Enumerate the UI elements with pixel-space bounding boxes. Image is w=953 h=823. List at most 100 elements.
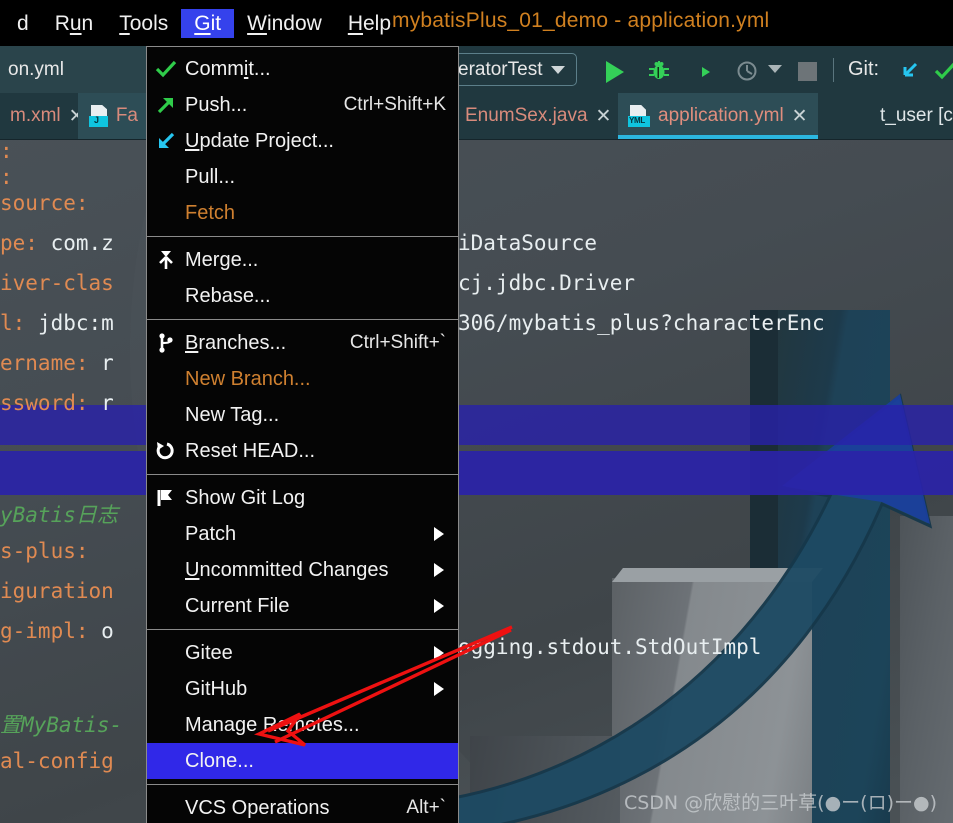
editor-line: 306/mybatis_plus?characterEnc — [458, 311, 825, 335]
tab-enumsex-java[interactable]: EnumSex.java ✕ — [455, 93, 621, 139]
arrow-up-right-icon — [157, 97, 174, 114]
editor-token: iguration — [0, 579, 114, 603]
tab-label: Fa — [115, 105, 138, 126]
run-configuration-label: eratorTest — [458, 58, 543, 80]
stop-icon[interactable] — [798, 62, 817, 81]
menu-item-vcs-operations[interactable]: VCS Operations Alt+` — [147, 790, 458, 823]
window-title: mybatisPlus_01_demo - application.yml — [392, 9, 770, 32]
menu-item-label: Rebase... — [185, 284, 271, 307]
menu-separator — [147, 236, 458, 237]
menu-item-push[interactable]: Push... Ctrl+Shift+K — [147, 87, 458, 123]
menu-item-label: Push... — [185, 93, 248, 116]
tab-application-yml[interactable]: YML application.yml ✕ — [618, 93, 818, 139]
menu-item-merge[interactable]: Merge... — [147, 242, 458, 278]
menu-item-label: Pull... — [185, 165, 236, 188]
menu-item-clone[interactable]: Clone... — [147, 743, 458, 779]
tab-factory[interactable]: J Fa — [78, 93, 148, 139]
merge-icon — [159, 251, 173, 269]
update-project-icon[interactable] — [898, 60, 920, 82]
menu-item-show-git-log[interactable]: Show Git Log — [147, 480, 458, 516]
menu-item-fetch[interactable]: Fetch — [147, 195, 458, 231]
editor-token: yBatis日志 — [0, 503, 118, 527]
editor-line: iDataSource — [458, 231, 597, 255]
editor-token: source: — [0, 191, 89, 215]
editor-line: iguration — [0, 579, 114, 603]
menu-item-reset-head[interactable]: Reset HEAD... — [147, 433, 458, 469]
menu-item-current-file[interactable]: Current File — [147, 588, 458, 624]
chevron-right-icon — [434, 646, 444, 660]
menu-item-pull[interactable]: Pull... — [147, 159, 458, 195]
menu-item-label: GitHub — [185, 677, 248, 700]
csdn-watermark: CSDN @欣慰的三叶草(●ー(ロ)ー●) — [623, 792, 937, 814]
tab-label: application.yml — [658, 105, 784, 126]
menu-item-manage-remotes[interactable]: Manage Remotes... — [147, 707, 458, 743]
menu-item-label: Commit... — [185, 57, 271, 80]
git-toolbar-label: Git: — [848, 58, 880, 80]
menu-separator — [147, 784, 458, 785]
menubar-item-run[interactable]: Run — [42, 9, 107, 38]
menu-item-commit[interactable]: Commit... — [147, 51, 458, 87]
menu-item-label: Show Git Log — [185, 486, 306, 509]
menu-item-uncommitted-changes[interactable]: Uncommitted Changes — [147, 552, 458, 588]
menu-separator — [147, 319, 458, 320]
menu-separator — [147, 474, 458, 475]
debug-icon[interactable] — [648, 60, 670, 82]
toolbar-left-file-label: on.yml — [0, 46, 147, 93]
editor-token: cj.jdbc.Driver — [458, 271, 636, 295]
menu-item-label: New Tag... — [185, 403, 280, 426]
menu-item-gitee[interactable]: Gitee — [147, 635, 458, 671]
menu-item-new-tag[interactable]: New Tag... — [147, 397, 458, 433]
editor-token: r — [101, 351, 114, 375]
editor-token: jdbc:m — [37, 311, 114, 335]
menu-item-label: Current File — [185, 594, 290, 617]
editor-line: cj.jdbc.Driver — [458, 271, 635, 295]
tab-t-user[interactable]: t_user [c — [870, 93, 953, 139]
menu-item-update-project[interactable]: Update Project... — [147, 123, 458, 159]
run-coverage-icon[interactable] — [692, 60, 714, 82]
menu-item-branches[interactable]: Branches... Ctrl+Shift+` — [147, 325, 458, 361]
profile-icon[interactable] — [736, 60, 758, 82]
code-editor[interactable]: :: source: pe: com.z iver-clas l: jdbc:m erna… — [0, 139, 953, 823]
run-configuration-selector[interactable]: eratorTest — [446, 53, 578, 86]
editor-token: com.z — [50, 231, 114, 255]
toolbar-dropdown-icon[interactable] — [768, 65, 790, 87]
menu-item-label: Uncommitted Changes — [185, 558, 389, 581]
menu-item-shortcut: Alt+` — [406, 797, 446, 818]
chevron-right-icon — [434, 599, 444, 613]
menu-item-label: Merge... — [185, 248, 259, 271]
chevron-right-icon — [434, 563, 444, 577]
menu-item-label: Reset HEAD... — [185, 439, 316, 462]
editor-token: g-impl: — [0, 619, 102, 643]
menubar-item-git[interactable]: Git — [181, 8, 235, 38]
arrow-down-left-icon — [158, 132, 175, 149]
menu-item-label: Manage Remotes... — [185, 713, 360, 736]
editor-line: g-impl: o — [0, 619, 114, 643]
close-icon[interactable]: ✕ — [792, 105, 808, 128]
menu-item-github[interactable]: GitHub — [147, 671, 458, 707]
menubar-item-tools[interactable]: Tools — [106, 9, 181, 38]
editor-line: : — [0, 139, 13, 163]
close-icon[interactable]: ✕ — [596, 105, 612, 128]
editor-token: al-config — [0, 749, 114, 773]
commit-icon[interactable] — [934, 60, 953, 82]
editor-token: iDataSource — [458, 231, 598, 255]
menu-item-new-branch[interactable]: New Branch... — [147, 361, 458, 397]
menu-item-label: Patch — [185, 522, 237, 545]
menu-item-patch[interactable]: Patch — [147, 516, 458, 552]
editor-line: 置MyBatis- — [0, 709, 122, 739]
editor-line: ername: r — [0, 351, 114, 375]
editor-token: 置MyBatis- — [0, 713, 123, 737]
toolbar-separator — [833, 58, 834, 82]
menu-item-label: New Branch... — [185, 367, 311, 390]
chevron-right-icon — [434, 682, 444, 696]
run-icon[interactable] — [604, 60, 626, 83]
editor-token: : — [0, 165, 13, 189]
menubar-item-window[interactable]: Window — [234, 9, 335, 38]
menu-item-shortcut: Ctrl+Shift+` — [349, 332, 446, 353]
editor-line: pe: com.z — [0, 231, 114, 255]
editor-line: iver-clas — [0, 271, 114, 295]
menu-separator — [147, 629, 458, 630]
menubar-item-build[interactable]: d — [4, 9, 42, 38]
menu-item-rebase[interactable]: Rebase... — [147, 278, 458, 314]
git-dropdown-menu[interactable]: Commit... Push... Ctrl+Shift+K Update Proje… — [146, 46, 459, 823]
